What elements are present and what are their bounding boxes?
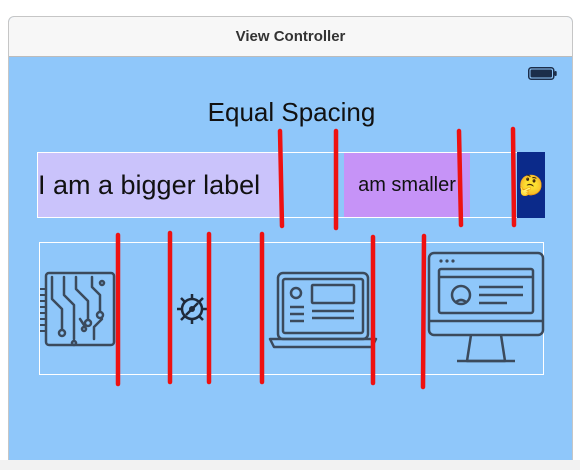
image-stack-view[interactable] bbox=[39, 242, 545, 375]
view-controller-scene[interactable]: View Controller Equal Spacing I am a big… bbox=[8, 16, 573, 470]
equal-spacing-heading: Equal Spacing bbox=[207, 97, 376, 127]
smaller-label[interactable]: am smaller bbox=[344, 153, 470, 217]
bigger-label[interactable]: I am a bigger label bbox=[38, 153, 283, 217]
laptop-icon[interactable] bbox=[268, 269, 378, 351]
battery-icon bbox=[528, 67, 557, 80]
gear-icon[interactable] bbox=[174, 291, 210, 327]
canvas-bottom-strip bbox=[0, 460, 580, 470]
circuit-board-icon[interactable] bbox=[40, 269, 118, 349]
scene-title: View Controller bbox=[235, 28, 346, 45]
monitor-profile-icon[interactable] bbox=[427, 251, 545, 366]
canvas: View Controller Equal Spacing I am a big… bbox=[0, 0, 580, 470]
scene-titlebar[interactable]: View Controller bbox=[9, 17, 572, 57]
thinking-emoji-label[interactable]: 🤔 bbox=[517, 152, 545, 218]
label-stack-view[interactable]: I am a bigger label am smaller 🤔 bbox=[37, 152, 545, 218]
